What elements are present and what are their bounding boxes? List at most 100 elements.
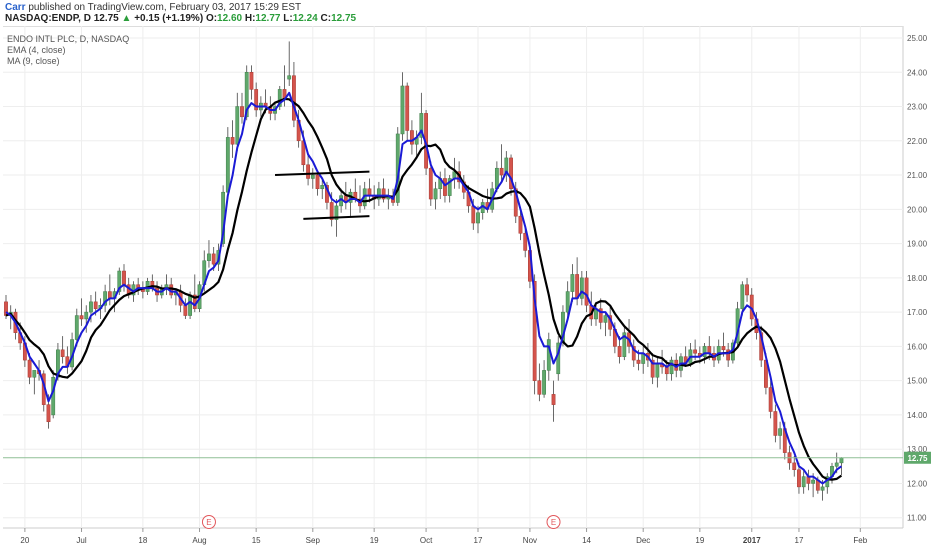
candle-body [664, 366, 669, 375]
candle-body [292, 75, 296, 121]
candle-body [537, 380, 542, 395]
y-tick-label: 23.00 [907, 103, 928, 112]
candle-body [570, 274, 575, 292]
candle-body [306, 164, 310, 179]
x-tick-label: Jul [76, 536, 86, 545]
author-link[interactable]: Carr [5, 2, 26, 13]
publish-line: Carr published on TradingView.com, Febru… [5, 2, 301, 13]
candle-body [655, 363, 660, 378]
candle-body [51, 376, 56, 416]
x-tick-label: 20 [20, 536, 29, 545]
x-tick-label: 19 [370, 536, 379, 545]
candle-body [546, 339, 551, 371]
candle-body [797, 469, 801, 488]
candle-body [89, 301, 93, 313]
candle-body [60, 349, 65, 357]
open-label: O: [205, 13, 218, 24]
candle-body [183, 305, 188, 316]
published-text: published on TradingView.com, February 0… [28, 2, 302, 13]
x-tick-label: Sep [306, 536, 321, 545]
candle-body [122, 270, 126, 285]
candle-body [230, 137, 235, 145]
candle-body [768, 387, 773, 412]
candle-body [603, 315, 608, 323]
open-value: 12.60 [217, 13, 243, 24]
low-label: L: [283, 13, 293, 24]
chart-header: Carr published on TradingView.com, Febru… [0, 0, 932, 26]
candle-body [584, 277, 589, 306]
candle-body [405, 85, 410, 131]
candle-body [240, 106, 244, 118]
candle-body [107, 291, 112, 299]
candle-body [575, 274, 580, 299]
y-tick-label: 24.00 [907, 68, 928, 77]
legend-title: ENDO INTL PLC, D, NASDAQ [7, 34, 130, 44]
candle-body [225, 137, 230, 193]
y-tick-label: 22.00 [907, 137, 928, 146]
candle-body [74, 315, 79, 340]
candle-body [310, 174, 315, 179]
candle-body [315, 174, 320, 190]
earnings-marker-label: E [206, 518, 211, 527]
candle-body [235, 106, 240, 145]
candle-body [839, 457, 844, 464]
candle-body [93, 301, 98, 309]
candle-body [499, 167, 504, 176]
candle-body [669, 359, 674, 375]
candle-body [518, 215, 523, 234]
high-label: H: [244, 13, 256, 24]
x-tick-label: 17 [474, 536, 483, 545]
candle-body [579, 277, 584, 299]
price-chart[interactable]: 11.0012.0013.0014.0015.0016.0017.0018.00… [0, 26, 932, 550]
candle-body [740, 284, 745, 309]
symbol-quote-line: NASDAQ:ENDP, D 12.75 ▲ +0.15 (+1.19%) O:… [5, 13, 356, 24]
legend-ma[interactable]: MA (9, close) [7, 56, 60, 66]
candle-body [428, 167, 433, 200]
candle-body [27, 359, 32, 378]
y-tick-label: 11.00 [907, 514, 927, 523]
x-tick-label: Dec [636, 536, 650, 545]
y-tick-label: 17.00 [907, 308, 928, 317]
x-tick-label: 17 [795, 536, 804, 545]
candle-body [433, 188, 438, 200]
legend-ema[interactable]: EMA (4, close) [7, 45, 66, 55]
x-tick-label: Oct [420, 536, 433, 545]
y-tick-label: 25.00 [907, 34, 928, 43]
candle-body [443, 178, 447, 196]
candle-body [820, 486, 825, 491]
x-tick-label: Aug [192, 536, 206, 545]
x-tick-label: 15 [252, 536, 261, 545]
candle-body [476, 212, 480, 224]
candle-body [551, 394, 556, 405]
close-value: 12.75 [331, 13, 357, 24]
symbol-label: NASDAQ:ENDP, D [5, 13, 91, 24]
candle [556, 336, 561, 381]
high-value: 12.77 [255, 13, 281, 24]
change-arrow-icon: ▲ [121, 13, 132, 24]
candle-body [46, 404, 51, 423]
candle-body [249, 72, 254, 90]
x-tick-label: Nov [523, 536, 537, 545]
candle-body [542, 370, 546, 395]
candle-body [806, 476, 811, 484]
candle-body [721, 346, 726, 351]
candle-body [410, 130, 414, 145]
last-price: 12.75 [93, 13, 119, 24]
candle-body [811, 479, 816, 484]
candle-body [801, 476, 806, 488]
y-tick-label: 20.00 [907, 205, 928, 214]
candle-body [778, 428, 782, 436]
x-tick-label: 14 [582, 536, 591, 545]
earnings-marker-label: E [551, 518, 556, 527]
y-tick-label: 12.00 [907, 479, 928, 488]
candle-body [211, 253, 216, 265]
last-price-label: 12.75 [907, 454, 928, 463]
candle-body [834, 462, 839, 467]
candle-body [471, 205, 476, 224]
candle-body [636, 359, 641, 364]
y-tick-label: 14.00 [907, 411, 928, 420]
candle-body [32, 370, 37, 378]
candle-body [745, 284, 749, 296]
y-tick-label: 19.00 [907, 240, 928, 249]
change-value: +0.15 (+1.19%) [134, 13, 204, 24]
